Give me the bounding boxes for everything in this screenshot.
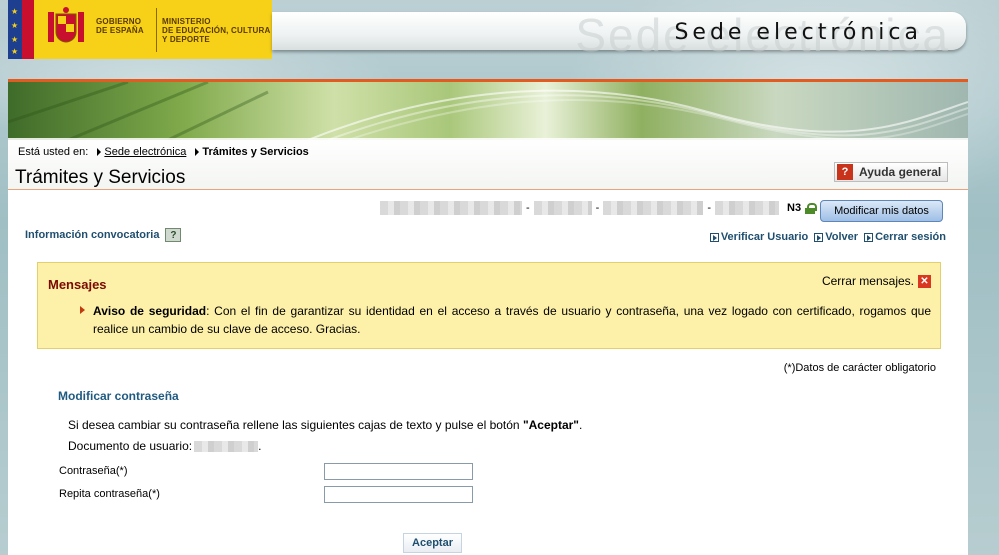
arrow-right-icon <box>864 232 874 242</box>
document-label: Documento de usuario: <box>68 439 193 453</box>
repeat-password-input[interactable] <box>324 486 473 503</box>
breadcrumb-link-sede[interactable]: Sede electrónica <box>104 146 186 158</box>
messages-box: Mensajes Cerrar mensajes. ✕ Aviso de seg… <box>37 262 941 349</box>
help-label: Ayuda general <box>859 165 942 179</box>
divider <box>156 8 157 52</box>
breadcrumb-arrow-icon <box>97 148 102 157</box>
password-label: Contraseña(*) <box>59 465 128 477</box>
user-links: Verificar Usuario Volver Cerrar sesión <box>709 231 946 243</box>
message-strong: Aviso de seguridad <box>93 304 207 318</box>
banner-image <box>8 82 968 140</box>
redacted-surname <box>533 201 592 215</box>
breadcrumb-arrow-icon <box>195 148 200 157</box>
coat-of-arms-icon <box>48 7 84 43</box>
form-title: Modificar contraseña <box>58 389 179 403</box>
eu-flag-strip: ★ ★ ★ ★ <box>8 0 34 59</box>
ministry-text: MINISTERIO DE EDUCACIÓN, CULTURA Y DEPOR… <box>162 17 271 44</box>
breadcrumb-current: Trámites y Servicios <box>202 146 309 158</box>
main-panel: Está usted en: Sede electrónica Trámites… <box>8 79 968 555</box>
document-line: Documento de usuario: . <box>68 439 262 453</box>
message-item: Aviso de seguridad: Con el fin de garant… <box>80 302 931 338</box>
form-description: Si desea cambiar su contraseña rellene l… <box>68 418 583 432</box>
info-convocatoria: Información convocatoria ? <box>25 228 182 242</box>
redacted-document-value <box>194 440 259 452</box>
lock-icon <box>805 202 818 214</box>
divider <box>8 189 968 190</box>
redacted-document <box>715 201 780 215</box>
user-info: - - - N3 <box>380 201 818 215</box>
repeat-password-label: Repita contraseña(*) <box>59 488 160 500</box>
logout-link[interactable]: Cerrar sesión <box>864 231 946 243</box>
page-title: Trámites y Servicios <box>15 167 186 188</box>
arrow-right-icon <box>814 232 824 242</box>
arrow-right-icon <box>709 232 719 242</box>
messages-title: Mensajes <box>48 277 107 292</box>
redacted-name <box>380 201 522 215</box>
help-button[interactable]: ? Ayuda general <box>834 162 949 182</box>
help-icon: ? <box>837 164 853 180</box>
info-convocatoria-label[interactable]: Información convocatoria <box>25 229 159 241</box>
close-messages[interactable]: Cerrar mensajes. ✕ <box>822 274 931 288</box>
breadcrumb-prefix: Está usted en: <box>18 146 89 158</box>
breadcrumb: Está usted en: Sede electrónica Trámites… <box>18 146 309 158</box>
password-input[interactable] <box>324 463 473 480</box>
redacted-surname2 <box>603 201 704 215</box>
auth-level: N3 <box>787 202 802 214</box>
required-note: (*)Datos de carácter obligatorio <box>783 362 936 374</box>
back-link[interactable]: Volver <box>814 231 858 243</box>
site-title-bar: Sede electrónica Sede electrónica <box>272 9 966 61</box>
breadcrumb-bar: Está usted en: Sede electrónica Trámites… <box>8 138 968 190</box>
close-messages-label[interactable]: Cerrar mensajes. <box>822 274 914 288</box>
close-icon[interactable]: ✕ <box>918 274 931 288</box>
government-logo[interactable]: ★ ★ ★ ★ GOBIERNO DE ESPAÑA MINISTERIO DE E… <box>8 0 272 59</box>
help-icon[interactable]: ? <box>165 228 182 242</box>
gov-text: GOBIERNO DE ESPAÑA <box>96 17 144 35</box>
modify-data-button[interactable]: Modificar mis datos <box>820 200 943 222</box>
accept-button[interactable]: Aceptar <box>403 533 462 553</box>
site-title[interactable]: Sede electrónica <box>674 20 922 45</box>
bullet-arrow-icon <box>80 306 85 314</box>
message-text: : Con el fin de garantizar su identidad … <box>93 304 931 336</box>
verify-user-link[interactable]: Verificar Usuario <box>709 231 808 243</box>
